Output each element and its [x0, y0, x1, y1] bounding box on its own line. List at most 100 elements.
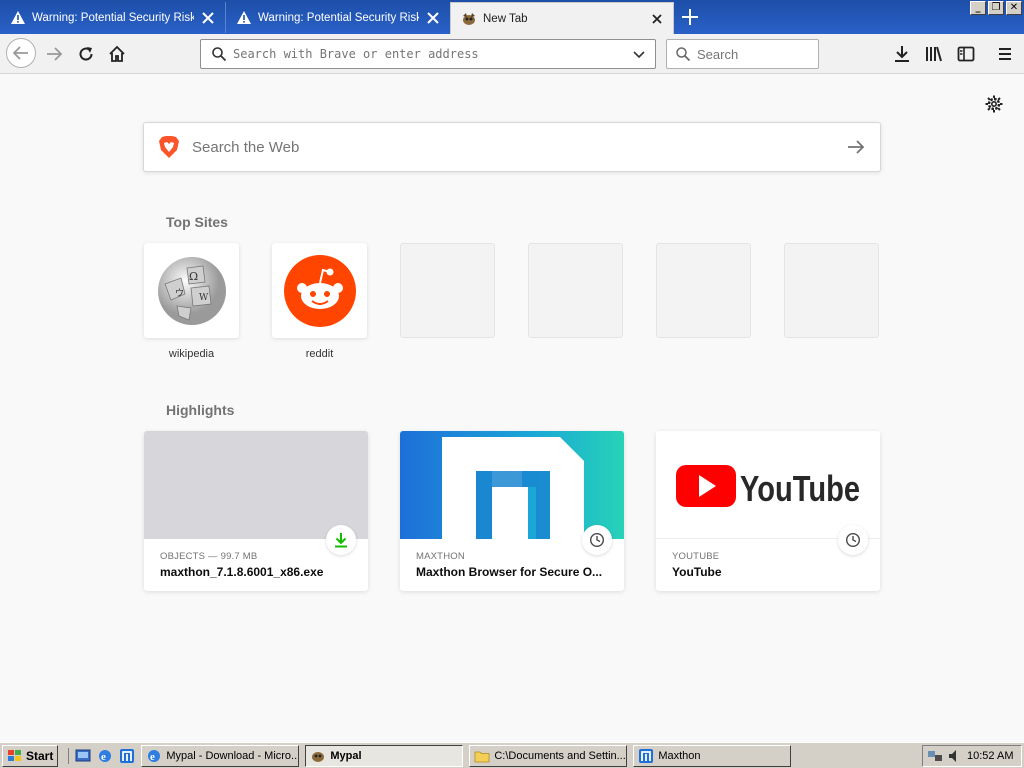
minimize-button[interactable]: _	[970, 1, 986, 15]
downloads-icon[interactable]	[892, 44, 912, 64]
search-icon	[212, 47, 227, 62]
card-meta: MAXTHON	[416, 551, 465, 562]
restore-button[interactable]: ❐	[988, 1, 1004, 15]
search-icon	[676, 47, 691, 62]
arrow-left-icon	[12, 46, 28, 60]
address-bar[interactable]	[200, 39, 656, 69]
top-site-reddit[interactable]: reddit	[272, 243, 367, 360]
sidebar-icon[interactable]	[956, 44, 976, 64]
highlight-card-maxthon[interactable]: MAXTHON Maxthon Browser for Secure O...	[400, 431, 624, 591]
taskbar-task-maxthon[interactable]: Maxthon	[633, 744, 792, 767]
library-icon[interactable]	[924, 44, 944, 64]
forward-button[interactable]	[40, 40, 68, 68]
empty-tile-placeholder	[656, 243, 751, 338]
tab-title: Warning: Potential Security Risk A	[32, 11, 194, 24]
gear-icon[interactable]	[984, 94, 1004, 114]
internet-explorer-icon: e	[148, 749, 161, 763]
card-badge	[582, 525, 612, 555]
mypal-icon	[312, 751, 325, 762]
quick-launch: e	[68, 747, 135, 764]
svg-text:W: W	[199, 293, 209, 303]
menu-hamburger-icon[interactable]	[995, 44, 1015, 64]
windows-logo-icon	[8, 749, 21, 761]
brave-lion-icon	[159, 136, 179, 158]
top-site-empty[interactable]	[784, 243, 879, 360]
close-icon[interactable]	[649, 11, 665, 27]
tile-thumbnail	[272, 243, 367, 338]
highlights-heading: Highlights	[166, 402, 235, 418]
taskbar-task-explorer[interactable]: C:\Documents and Settin...	[469, 744, 628, 767]
volume-icon[interactable]	[947, 748, 963, 764]
tab-strip: Warning: Potential Security Risk A Warni…	[0, 0, 1024, 34]
highlight-card-download[interactable]: OBJECTS — 99.7 MB maxthon_7.1.8.6001_x86…	[144, 431, 368, 591]
svg-text:YouTube: YouTube	[740, 468, 860, 509]
navigation-toolbar	[0, 34, 1024, 74]
reload-button[interactable]	[72, 40, 100, 68]
highlight-card-youtube[interactable]: YouTube YOUTUBE YouTube	[656, 431, 880, 591]
internet-explorer-icon[interactable]: e	[97, 748, 113, 764]
top-site-wikipedia[interactable]: Ω W ウ wikipedia	[144, 243, 239, 360]
show-desktop-icon[interactable]	[75, 748, 91, 764]
top-sites-heading: Top Sites	[166, 214, 228, 230]
card-meta: OBJECTS — 99.7 MB	[160, 551, 258, 562]
card-thumbnail	[400, 431, 624, 539]
search-bar[interactable]	[666, 39, 819, 69]
top-site-empty[interactable]	[656, 243, 751, 360]
start-label: Start	[26, 748, 54, 763]
window-controls: _ ❐ ✕	[970, 1, 1022, 15]
download-icon	[335, 533, 347, 548]
reload-icon	[79, 47, 93, 61]
home-button[interactable]	[103, 40, 131, 68]
wikipedia-icon: Ω W ウ	[157, 256, 226, 325]
card-thumbnail	[144, 431, 368, 539]
card-meta: YOUTUBE	[672, 551, 720, 562]
top-site-empty[interactable]	[528, 243, 623, 360]
card-title: Maxthon Browser for Secure O...	[416, 565, 603, 579]
start-button[interactable]: Start	[2, 744, 59, 767]
card-thumbnail: YouTube	[656, 431, 880, 539]
search-input[interactable]	[697, 46, 807, 62]
tab-security-warning-1[interactable]: Warning: Potential Security Risk A	[0, 2, 224, 33]
tab-title: Warning: Potential Security Risk A	[258, 11, 419, 24]
web-search-input[interactable]	[192, 138, 846, 156]
arrow-right-icon	[47, 47, 63, 61]
network-icon[interactable]	[927, 748, 943, 764]
maxthon-quicklaunch-icon[interactable]	[119, 748, 135, 764]
chevron-down-icon[interactable]	[631, 46, 647, 62]
maxthon-icon	[639, 748, 654, 763]
warning-icon	[11, 10, 25, 24]
tab-new-tab[interactable]: New Tab	[450, 2, 674, 34]
close-icon[interactable]	[425, 10, 441, 26]
clock[interactable]: 10:52 AM	[967, 750, 1013, 762]
svg-text:ウ: ウ	[175, 288, 184, 299]
card-badge	[838, 525, 868, 555]
home-icon	[109, 45, 125, 62]
system-tray: 10:52 AM	[922, 745, 1022, 767]
svg-text:e: e	[101, 751, 106, 763]
empty-tile-placeholder	[400, 243, 495, 338]
arrow-right-icon[interactable]	[846, 137, 866, 157]
youtube-logo-image: YouTube	[676, 465, 860, 509]
highlights-grid: OBJECTS — 99.7 MB maxthon_7.1.8.6001_x86…	[144, 431, 880, 591]
web-search-box[interactable]	[143, 122, 881, 172]
address-input[interactable]	[233, 47, 631, 61]
windows-taskbar: Start e e Mypal - Download - Micro... My…	[0, 742, 1024, 768]
taskbar-task-mypal[interactable]: Mypal	[305, 744, 464, 767]
back-button[interactable]	[6, 38, 36, 68]
card-badge	[326, 525, 356, 555]
new-tab-plus-icon[interactable]	[680, 7, 700, 27]
task-label: Maxthon	[658, 749, 701, 762]
card-title: YouTube	[672, 565, 722, 579]
card-title: maxthon_7.1.8.6001_x86.exe	[160, 565, 324, 579]
top-sites-grid: Ω W ウ wikipedia reddit	[144, 243, 879, 360]
top-site-empty[interactable]	[400, 243, 495, 360]
task-label: Mypal - Download - Micro...	[166, 749, 300, 762]
reddit-icon	[283, 254, 356, 327]
close-window-button[interactable]: ✕	[1006, 1, 1022, 15]
taskbar-task-ie[interactable]: e Mypal - Download - Micro...	[141, 744, 300, 767]
tile-label: wikipedia	[168, 348, 215, 360]
close-icon[interactable]	[200, 10, 216, 26]
svg-text:e: e	[150, 751, 155, 763]
tab-security-warning-2[interactable]: Warning: Potential Security Risk A	[225, 2, 449, 33]
folder-icon	[474, 751, 490, 762]
